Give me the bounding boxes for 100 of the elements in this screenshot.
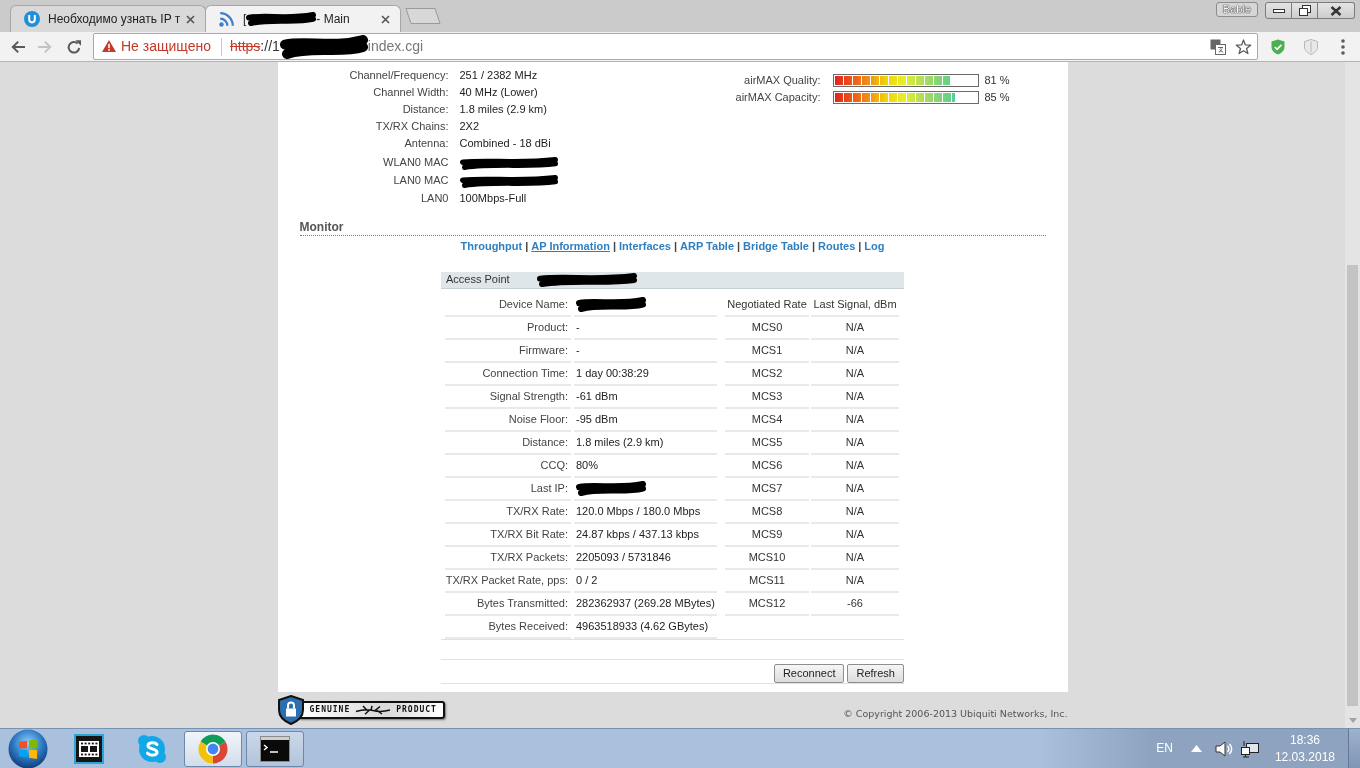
table-cell: MCS9 bbox=[725, 524, 809, 547]
nav-link[interactable]: Bridge Table bbox=[743, 240, 809, 252]
clock-time[interactable]: 18:36 bbox=[1274, 731, 1335, 749]
security-indicator[interactable]: Не защищено bbox=[102, 38, 211, 55]
info-value: 1.8 miles (2.9 km) bbox=[459, 102, 547, 117]
menu-icon[interactable] bbox=[1341, 38, 1345, 55]
start-orb-icon[interactable] bbox=[8, 728, 48, 768]
info-label: WLAN0 MAC bbox=[382, 156, 449, 170]
close-button[interactable] bbox=[1318, 2, 1355, 19]
signal-waves-icon bbox=[219, 11, 235, 27]
field-label: Device Name: bbox=[445, 294, 571, 317]
clock-date[interactable]: 12.03.2018 bbox=[1274, 748, 1335, 766]
meter-label: airMAX Capacity: bbox=[734, 90, 821, 105]
restore-button[interactable] bbox=[1292, 2, 1318, 19]
meter-reading: 85 % bbox=[984, 90, 1010, 105]
info-value: 100Mbps-Full bbox=[459, 192, 527, 206]
table-cell: N/A bbox=[811, 455, 899, 478]
nav-link[interactable]: ARP Table bbox=[680, 240, 735, 252]
shield-check-icon[interactable] bbox=[1271, 38, 1285, 55]
browser-tab[interactable]: [ - Main bbox=[205, 5, 401, 32]
bookmark-star-icon[interactable] bbox=[1235, 38, 1252, 55]
field-label: Noise Floor: bbox=[445, 409, 571, 432]
table-cell: MCS5 bbox=[725, 432, 809, 455]
table-cell: -66 bbox=[811, 593, 899, 616]
url-path: index.cgi bbox=[367, 38, 424, 55]
table-cell: MCS0 bbox=[725, 317, 809, 340]
field-value: 80% bbox=[574, 455, 717, 478]
table-cell: MCS11 bbox=[725, 570, 809, 593]
info-value: Combined - 18 dBi bbox=[459, 136, 551, 151]
info-label: LAN0 bbox=[419, 192, 449, 206]
table-cell: MCS7 bbox=[725, 478, 809, 501]
minimize-icon bbox=[1272, 8, 1285, 13]
nav-link[interactable]: Routes bbox=[818, 240, 856, 252]
table-cell: N/A bbox=[811, 478, 899, 501]
field-value: 120.0 Mbps / 180.0 Mbps bbox=[574, 501, 717, 524]
link-separator: | bbox=[673, 240, 678, 252]
info-value: 40 MHz (Lower) bbox=[459, 85, 538, 100]
reload-icon[interactable] bbox=[66, 38, 82, 55]
network-icon[interactable] bbox=[1240, 739, 1259, 758]
nav-link[interactable]: Throughput bbox=[460, 240, 523, 252]
table-cell: N/A bbox=[811, 386, 899, 409]
warning-icon bbox=[102, 40, 116, 53]
field-label: Connection Time: bbox=[445, 363, 571, 386]
meter-reading: 81 % bbox=[984, 73, 1010, 88]
field-label: CCQ: bbox=[445, 455, 571, 478]
table-cell: MCS1 bbox=[725, 340, 809, 363]
field-label: Bytes Transmitted: bbox=[445, 593, 571, 616]
link-separator: | bbox=[858, 240, 862, 252]
chat-app-icon[interactable] bbox=[137, 733, 167, 764]
page-action[interactable]: Reconnect bbox=[773, 664, 845, 683]
back-icon[interactable] bbox=[10, 38, 26, 55]
close-icon[interactable] bbox=[381, 14, 390, 24]
link-separator: | bbox=[612, 240, 616, 252]
field-value: 2205093 / 5731846 bbox=[574, 547, 717, 570]
taskbar-button[interactable] bbox=[246, 730, 304, 767]
info-label: Channel Width: bbox=[372, 85, 449, 100]
nav-link[interactable]: AP Information bbox=[531, 240, 610, 252]
field-label: Signal Strength: bbox=[445, 386, 571, 409]
field-value: 282362937 (269.28 MBytes) bbox=[574, 593, 717, 616]
field-label: Distance: bbox=[445, 432, 571, 455]
nav-link[interactable]: Log bbox=[864, 240, 885, 252]
info-value: 2X2 bbox=[459, 119, 480, 134]
field-value: 24.87 kbps / 437.13 kbps bbox=[574, 524, 717, 547]
field-label: TX/RX Bit Rate: bbox=[445, 524, 571, 547]
show-hidden-icon[interactable] bbox=[1190, 745, 1202, 752]
page-action[interactable]: Refresh bbox=[847, 664, 904, 683]
table-cell: MCS2 bbox=[725, 363, 809, 386]
badge-text: PRODUCT bbox=[396, 705, 437, 715]
table-cell: MCS4 bbox=[725, 409, 809, 432]
minimize-button[interactable] bbox=[1265, 2, 1292, 19]
field-value: -95 dBm bbox=[574, 409, 717, 432]
speaker-icon[interactable] bbox=[1214, 740, 1233, 757]
field-value: 0 / 2 bbox=[574, 570, 717, 593]
film-icon[interactable] bbox=[74, 733, 104, 764]
info-label: Distance: bbox=[401, 102, 449, 117]
browser-tab[interactable]: Необходимо узнать IP т bbox=[10, 5, 206, 32]
table-cell: N/A bbox=[811, 524, 899, 547]
scrollbar-thumb[interactable] bbox=[1347, 265, 1358, 706]
field-value: 4963518933 (4.62 GBytes) bbox=[574, 616, 717, 639]
table-cell: MCS8 bbox=[725, 501, 809, 524]
address-bar[interactable]: Не защищено https://1 index.cgi bbox=[93, 33, 1258, 60]
language-indicator[interactable]: EN bbox=[1156, 741, 1173, 756]
link-separator: | bbox=[811, 240, 815, 252]
table-cell: N/A bbox=[811, 317, 899, 340]
table-cell: N/A bbox=[811, 363, 899, 386]
table-cell: N/A bbox=[811, 432, 899, 455]
restore-icon bbox=[1298, 5, 1311, 16]
field-value: - bbox=[574, 340, 717, 363]
close-icon[interactable] bbox=[186, 14, 195, 24]
url-text: https://1 bbox=[230, 38, 280, 55]
copyright-text: © Copyright 2006-2013 Ubiquiti Networks, Inc. bbox=[843, 708, 1068, 720]
profile-button[interactable]: Bable bbox=[1215, 2, 1258, 17]
nav-link[interactable]: Interfaces bbox=[618, 240, 671, 252]
table-cell: N/A bbox=[811, 501, 899, 524]
table-cell: MCS3 bbox=[725, 386, 809, 409]
field-value: 1 day 00:38:29 bbox=[574, 363, 717, 386]
info-label: LAN0 MAC bbox=[392, 174, 449, 188]
link-separator: | bbox=[737, 240, 741, 252]
info-value: 251 / 2382 MHz bbox=[459, 68, 538, 83]
translate-icon[interactable] bbox=[1210, 38, 1226, 55]
